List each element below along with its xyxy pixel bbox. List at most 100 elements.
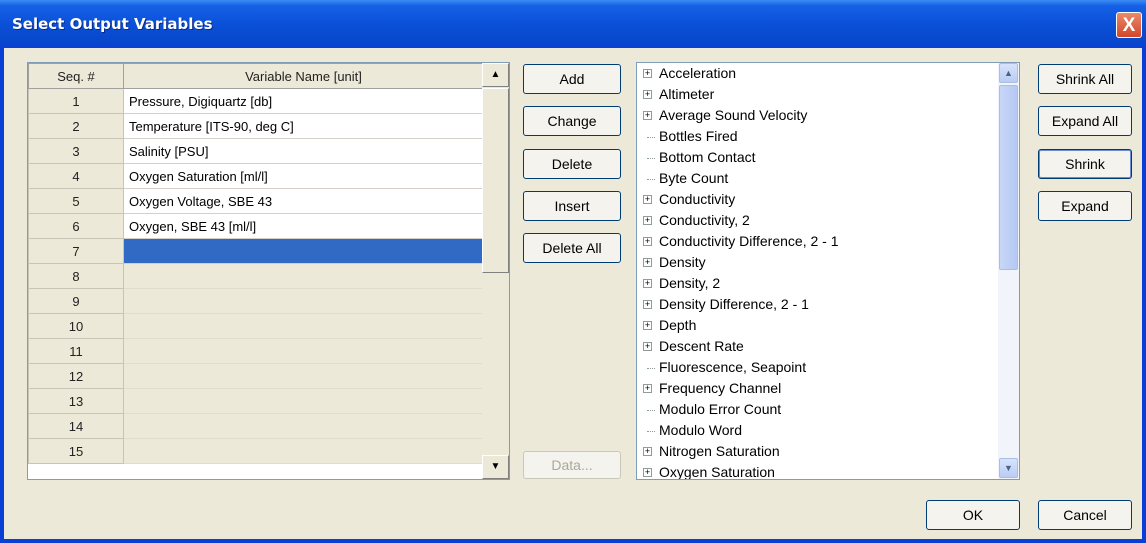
tree-item-label: Frequency Channel [659, 380, 782, 396]
variable-name-cell[interactable]: Temperature [ITS-90, deg C] [123, 113, 484, 139]
scroll-down-icon[interactable]: ▼ [482, 455, 509, 479]
variable-name-cell[interactable] [123, 288, 484, 314]
variable-name-cell[interactable] [123, 263, 484, 289]
table-row[interactable]: 7 [28, 238, 484, 264]
expand-plus-icon[interactable]: + [643, 258, 652, 267]
ok-button[interactable]: OK [926, 500, 1020, 530]
tree-item[interactable]: Byte Count [637, 169, 997, 190]
tree-item[interactable]: + Density, 2 [637, 274, 997, 295]
table-row[interactable]: 8 [28, 263, 484, 289]
table-row[interactable]: 4 Oxygen Saturation [ml/l] [28, 163, 484, 189]
title-bar[interactable]: Select Output Variables X [0, 0, 1146, 48]
tree-item-label: Modulo Error Count [659, 401, 782, 417]
tree-item[interactable]: Bottom Contact [637, 148, 997, 169]
change-button[interactable]: Change [523, 106, 621, 136]
tree-connector-line [647, 368, 655, 369]
variable-name-cell[interactable] [123, 388, 484, 414]
expand-plus-icon[interactable]: + [643, 384, 652, 393]
tree-connector-line [647, 137, 655, 138]
tree-item-label: Density, 2 [659, 275, 721, 291]
cancel-button[interactable]: Cancel [1038, 500, 1132, 530]
expand-plus-icon[interactable]: + [643, 69, 652, 78]
expand-plus-icon[interactable]: + [643, 468, 652, 477]
expand-plus-icon[interactable]: + [643, 216, 652, 225]
table-row[interactable]: 10 [28, 313, 484, 339]
expand-plus-icon[interactable]: + [643, 447, 652, 456]
table-row[interactable]: 13 [28, 388, 484, 414]
tree-scrollbar[interactable]: ▲ ▼ [998, 63, 1019, 479]
variable-name-cell[interactable] [123, 238, 484, 264]
variable-name-cell[interactable] [123, 363, 484, 389]
tree-scroll-up-icon[interactable]: ▲ [999, 63, 1018, 83]
variable-name-cell[interactable]: Oxygen Voltage, SBE 43 [123, 188, 484, 214]
expand-plus-icon[interactable]: + [643, 321, 652, 330]
expand-plus-icon[interactable]: + [643, 237, 652, 246]
add-button[interactable]: Add [523, 64, 621, 94]
grid-scroll-thumb[interactable] [482, 88, 509, 273]
tree-item[interactable]: Fluorescence, Seapoint [637, 358, 997, 379]
tree-item[interactable]: + Conductivity Difference, 2 - 1 [637, 232, 997, 253]
table-row[interactable]: 15 [28, 438, 484, 464]
tree-item[interactable]: + Conductivity, 2 [637, 211, 997, 232]
tree-item[interactable]: + Altimeter [637, 85, 997, 106]
table-row[interactable]: 1 Pressure, Digiquartz [db] [28, 88, 484, 114]
expand-button[interactable]: Expand [1038, 191, 1132, 221]
tree-scroll-down-icon[interactable]: ▼ [999, 458, 1018, 478]
delete-button[interactable]: Delete [523, 149, 621, 179]
variable-name-cell[interactable]: Oxygen, SBE 43 [ml/l] [123, 213, 484, 239]
tree-item[interactable]: + Conductivity [637, 190, 997, 211]
variable-name-cell[interactable]: Salinity [PSU] [123, 138, 484, 164]
grid-scrollbar[interactable]: ▲ ▼ [482, 63, 509, 479]
tree-item[interactable]: + Depth [637, 316, 997, 337]
variable-name-cell[interactable] [123, 313, 484, 339]
table-row[interactable]: 6 Oxygen, SBE 43 [ml/l] [28, 213, 484, 239]
tree-item[interactable]: Bottles Fired [637, 127, 997, 148]
tree-connector-line [647, 179, 655, 180]
shrink-all-button[interactable]: Shrink All [1038, 64, 1132, 94]
row-seq-number: 12 [28, 363, 124, 389]
variable-name-column-header: Variable Name [unit] [123, 63, 484, 89]
insert-button[interactable]: Insert [523, 191, 621, 221]
shrink-button[interactable]: Shrink [1038, 149, 1132, 179]
row-seq-number: 8 [28, 263, 124, 289]
tree-item[interactable]: + Nitrogen Saturation [637, 442, 997, 463]
tree-item[interactable]: + Descent Rate [637, 337, 997, 358]
tree-item[interactable]: + Frequency Channel [637, 379, 997, 400]
tree-item-label: Depth [659, 317, 697, 333]
variable-name-cell[interactable] [123, 338, 484, 364]
row-seq-number: 3 [28, 138, 124, 164]
tree-scroll-thumb[interactable] [999, 85, 1018, 270]
table-row[interactable]: 9 [28, 288, 484, 314]
table-row[interactable]: 5 Oxygen Voltage, SBE 43 [28, 188, 484, 214]
expand-plus-icon[interactable]: + [643, 342, 652, 351]
tree-item[interactable]: + Acceleration [637, 64, 997, 85]
variables-grid: Seq. # Variable Name [unit] 1 Pressure, D… [27, 62, 510, 480]
variable-name-cell[interactable] [123, 438, 484, 464]
table-row[interactable]: 11 [28, 338, 484, 364]
tree-item[interactable]: Modulo Word [637, 421, 997, 442]
expand-plus-icon[interactable]: + [643, 111, 652, 120]
table-row[interactable]: 3 Salinity [PSU] [28, 138, 484, 164]
variable-name-cell[interactable]: Pressure, Digiquartz [db] [123, 88, 484, 114]
delete-all-button[interactable]: Delete All [523, 233, 621, 263]
expand-plus-icon[interactable]: + [643, 90, 652, 99]
table-row[interactable]: 2 Temperature [ITS-90, deg C] [28, 113, 484, 139]
variable-name-cell[interactable] [123, 413, 484, 439]
close-icon[interactable]: X [1116, 12, 1142, 38]
tree-item[interactable]: + Oxygen Saturation [637, 463, 997, 479]
row-seq-number: 6 [28, 213, 124, 239]
expand-plus-icon[interactable]: + [643, 279, 652, 288]
tree-item[interactable]: + Average Sound Velocity [637, 106, 997, 127]
expand-plus-icon[interactable]: + [643, 300, 652, 309]
table-row[interactable]: 14 [28, 413, 484, 439]
tree-item[interactable]: + Density [637, 253, 997, 274]
expand-all-button[interactable]: Expand All [1038, 106, 1132, 136]
scroll-up-icon[interactable]: ▲ [482, 63, 509, 87]
data-button[interactable]: Data... [523, 451, 621, 479]
tree-item[interactable]: Modulo Error Count [637, 400, 997, 421]
table-row[interactable]: 12 [28, 363, 484, 389]
tree-item[interactable]: + Density Difference, 2 - 1 [637, 295, 997, 316]
expand-plus-icon[interactable]: + [643, 195, 652, 204]
tree-item-label: Nitrogen Saturation [659, 443, 780, 459]
variable-name-cell[interactable]: Oxygen Saturation [ml/l] [123, 163, 484, 189]
